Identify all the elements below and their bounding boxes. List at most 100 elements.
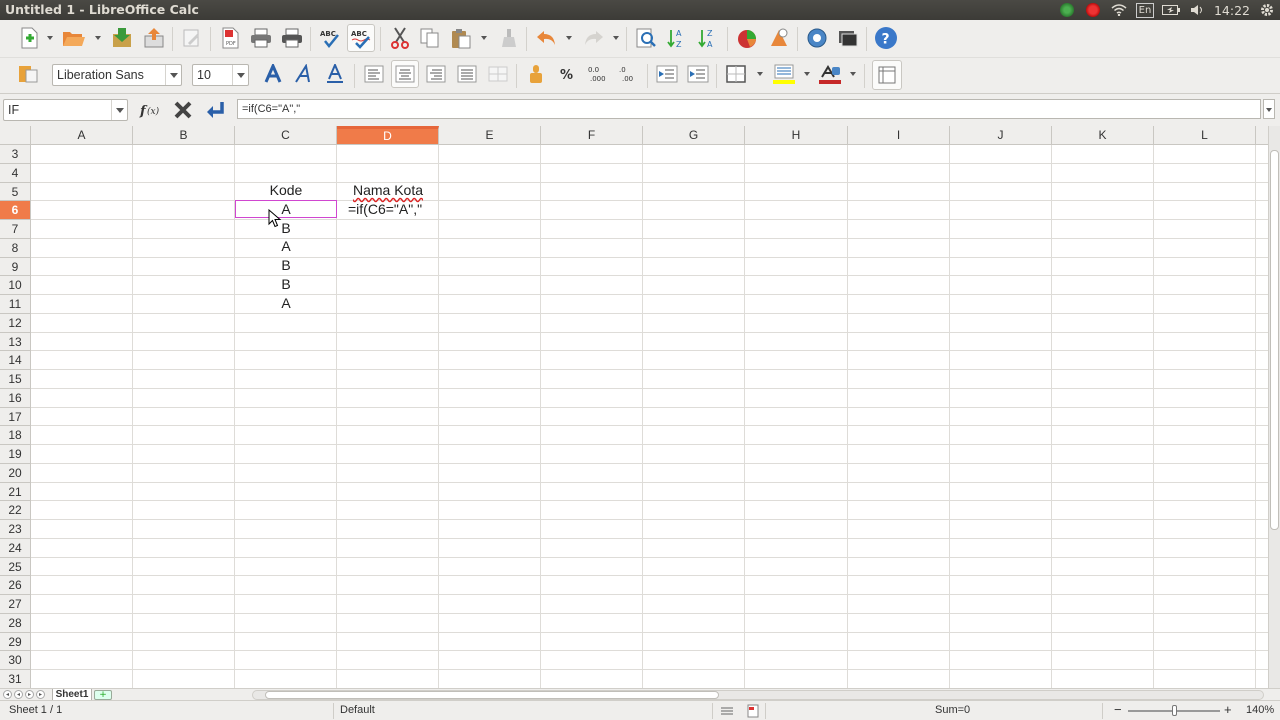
font-name-combo[interactable]: Liberation Sans [52,64,182,86]
background-color-icon[interactable] [770,60,798,88]
page-style[interactable]: Default [340,704,375,716]
row-header-17[interactable]: 17 [0,408,30,426]
row-header-31[interactable]: 31 [0,670,30,688]
print-preview-icon[interactable] [278,24,306,52]
cell-C8[interactable]: A [235,237,337,256]
last-sheet-button[interactable]: ▸ [36,690,45,699]
navigator-icon[interactable] [803,24,831,52]
background-color-dropdown[interactable] [802,60,812,88]
column-header-A[interactable]: A [31,126,133,144]
row-header-21[interactable]: 21 [0,483,30,501]
vertical-scrollbar[interactable] [1268,126,1280,688]
export-pdf-icon[interactable]: PDF [216,24,244,52]
sort-descending-icon[interactable]: ZA [695,24,723,52]
name-box[interactable]: IF [3,99,128,121]
font-size-combo[interactable]: 10 [192,64,249,86]
cell-D5[interactable]: Nama Kota [337,181,439,200]
row-header-16[interactable]: 16 [0,389,30,408]
battery-icon[interactable] [1158,0,1184,20]
currency-format-icon[interactable] [522,60,550,88]
borders-icon[interactable] [722,60,750,88]
paste-icon[interactable] [447,24,475,52]
row-header-20[interactable]: 20 [0,464,30,483]
row-header-13[interactable]: 13 [0,333,30,351]
row-header-29[interactable]: 29 [0,633,30,651]
row-header-27[interactable]: 27 [0,595,30,614]
row-header-8[interactable]: 8 [0,239,30,258]
font-name-dropdown[interactable] [165,65,181,85]
row-header-12[interactable]: 12 [0,314,30,333]
clock[interactable]: 14:22 [1210,0,1254,20]
font-size-dropdown[interactable] [232,65,248,85]
sidebar-toggle-icon[interactable] [872,60,902,90]
previous-sheet-button[interactable]: ◂ [14,690,23,699]
name-box-dropdown[interactable] [111,100,127,120]
clone-formatting-icon[interactable] [495,24,523,52]
row-header-18[interactable]: 18 [0,426,30,445]
row-header-14[interactable]: 14 [0,351,30,370]
horizontal-scroll-thumb[interactable] [265,691,719,699]
column-header-C[interactable]: C [235,126,337,144]
first-sheet-button[interactable]: ◂ [3,690,12,699]
column-header-I[interactable]: I [848,126,950,144]
email-document-icon[interactable] [140,24,168,52]
gear-icon[interactable] [1254,0,1280,20]
add-sheet-button[interactable]: + [94,690,112,700]
cell-C9[interactable]: B [235,256,337,275]
selection-mode-icon[interactable] [720,705,734,717]
formula-input[interactable]: =if(C6="A"," [237,99,1261,119]
row-header-7[interactable]: 7 [0,220,30,239]
autospellcheck-icon[interactable]: ABC [347,24,375,52]
italic-icon[interactable] [290,60,318,88]
spreadsheet-grid[interactable]: ABCDEFGHIJKL 3 4 5 6 7 8 9 10 11 12 13 14 15 16 17 18 19… [0,126,1268,688]
undo-dropdown[interactable] [564,24,574,52]
help-icon[interactable]: ? [872,24,900,52]
row-header-26[interactable]: 26 [0,576,30,595]
font-color-dropdown[interactable] [848,60,858,88]
increase-indent-icon[interactable] [684,60,712,88]
print-icon[interactable] [247,24,275,52]
cell-C5[interactable]: Kode [235,181,337,200]
record-icon[interactable] [1080,0,1106,20]
row-header-23[interactable]: 23 [0,520,30,539]
styles-formatting-icon[interactable] [14,60,42,88]
decrease-indent-icon[interactable] [653,60,681,88]
merge-cells-icon[interactable] [484,60,512,88]
edit-file-icon[interactable] [178,24,206,52]
zoom-in-button[interactable]: + [1224,702,1232,717]
row-header-24[interactable]: 24 [0,539,30,558]
cell-C10[interactable]: B [235,275,337,294]
number-format-standard-icon[interactable]: 0.0.000 [584,60,612,88]
cell-D6[interactable]: =if(C6="A"," [348,200,478,219]
horizontal-scrollbar[interactable] [252,690,1264,700]
column-header-E[interactable]: E [439,126,541,144]
expand-formula-bar[interactable] [1263,99,1275,119]
function-wizard-icon[interactable]: f (x) [138,98,164,122]
row-header-11[interactable]: 11 [0,295,30,314]
zoom-out-button[interactable]: − [1114,702,1122,717]
keyboard-layout[interactable]: En [1132,0,1158,20]
column-header-B[interactable]: B [133,126,235,144]
row-header-10[interactable]: 10 [0,276,30,295]
row-header-5[interactable]: 5 [0,183,30,201]
wifi-icon[interactable] [1106,0,1132,20]
percent-format-icon[interactable]: % [553,60,581,88]
gallery-icon[interactable] [834,24,862,52]
justify-icon[interactable] [453,60,481,88]
cut-icon[interactable] [386,24,414,52]
new-document-icon[interactable] [16,24,44,52]
insert-chart-icon[interactable] [733,24,761,52]
sort-ascending-icon[interactable]: AZ [664,24,692,52]
row-header-19[interactable]: 19 [0,445,30,464]
show-draw-functions-icon[interactable] [765,24,793,52]
column-header-D[interactable]: D [337,126,439,144]
column-header-H[interactable]: H [745,126,848,144]
accept-icon[interactable] [202,98,228,122]
new-dropdown[interactable] [45,24,55,52]
row-header-15[interactable]: 15 [0,370,30,389]
add-decimal-icon[interactable]: .0.00 [615,60,643,88]
row-header-25[interactable]: 25 [0,558,30,576]
align-left-icon[interactable] [360,60,388,88]
align-center-icon[interactable] [391,60,419,88]
column-header-J[interactable]: J [950,126,1052,144]
